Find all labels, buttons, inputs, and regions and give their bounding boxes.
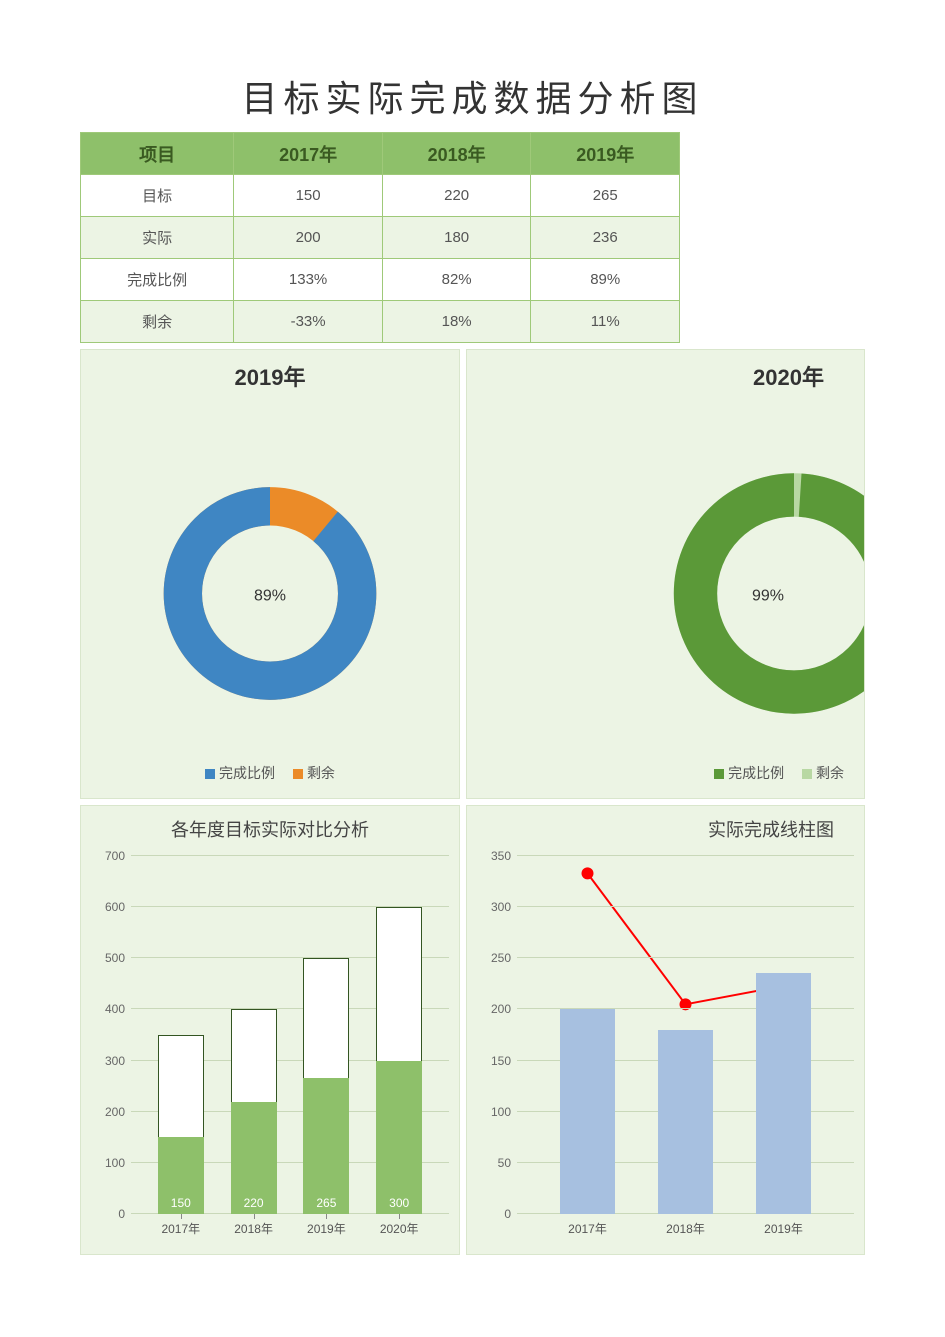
table-row: 剩余 -33% 18% 11% <box>81 301 680 343</box>
row-label: 完成比例 <box>81 259 234 301</box>
legend-swatch <box>714 769 724 779</box>
bar-fill: 265 <box>303 1078 349 1214</box>
chart-title: 实际完成线柱图 <box>467 806 864 847</box>
y-tick-label: 0 <box>118 1207 131 1221</box>
grid-line <box>131 855 449 856</box>
bar-fill: 300 <box>376 1061 422 1214</box>
x-tick-label: 2017年 <box>568 1214 607 1237</box>
grid-line <box>517 855 854 856</box>
legend-swatch <box>802 769 812 779</box>
trend-line <box>588 873 784 1004</box>
legend-label: 剩余 <box>816 765 844 781</box>
cell: 89% <box>531 259 680 301</box>
y-tick-label: 700 <box>105 849 131 863</box>
y-tick-label: 300 <box>491 900 517 914</box>
cell: -33% <box>234 301 383 343</box>
bar-chart-compare: 各年度目标实际对比分析 0100200300400500600700150201… <box>80 805 460 1255</box>
combo-chart: 实际完成线柱图 0501001502002503003502017年2018年2… <box>466 805 865 1255</box>
legend-label: 完成比例 <box>219 765 275 781</box>
cell: 180 <box>382 217 531 259</box>
y-tick-label: 150 <box>491 1054 517 1068</box>
chart-title: 2019年 <box>81 350 459 392</box>
bar-value-label: 150 <box>158 1196 204 1210</box>
data-table: 项目 2017年 2018年 2019年 目标 150 220 265 实际 2… <box>80 132 680 343</box>
cell: 236 <box>531 217 680 259</box>
donut-center-label: 99% <box>752 587 784 605</box>
chart-title: 各年度目标实际对比分析 <box>81 806 459 847</box>
table-header: 2019年 <box>531 133 680 175</box>
cell: 82% <box>382 259 531 301</box>
plot-area: 0501001502002503003502017年2018年2019年 <box>517 856 854 1214</box>
cell: 200 <box>234 217 383 259</box>
table-row: 目标 150 220 265 <box>81 175 680 217</box>
legend-label: 剩余 <box>307 765 335 781</box>
cell: 150 <box>234 175 383 217</box>
table-header: 2018年 <box>382 133 531 175</box>
bar-fill: 150 <box>158 1137 204 1214</box>
chart-legend: 完成比例 剩余 <box>467 763 864 783</box>
y-tick-label: 0 <box>504 1207 517 1221</box>
table-header: 项目 <box>81 133 234 175</box>
trend-point <box>582 867 594 879</box>
chart-title: 2020年 <box>467 350 864 392</box>
y-tick-label: 200 <box>491 1002 517 1016</box>
y-tick-label: 600 <box>105 900 131 914</box>
y-tick-label: 500 <box>105 951 131 965</box>
chart-legend: 完成比例 剩余 <box>81 763 459 783</box>
x-tick-label: 2020年 <box>380 1214 419 1237</box>
table-row: 实际 200 180 236 <box>81 217 680 259</box>
combo-bar <box>658 1030 713 1214</box>
y-tick-label: 350 <box>491 849 517 863</box>
cell: 18% <box>382 301 531 343</box>
grid-line <box>517 957 854 958</box>
row-label: 目标 <box>81 175 234 217</box>
y-tick-label: 300 <box>105 1054 131 1068</box>
bar-value-label: 265 <box>303 1196 349 1210</box>
table-row: 完成比例 133% 82% 89% <box>81 259 680 301</box>
y-tick-label: 400 <box>105 1002 131 1016</box>
row-label: 剩余 <box>81 301 234 343</box>
cell: 133% <box>234 259 383 301</box>
combo-bar <box>756 973 811 1214</box>
bar-value-label: 300 <box>376 1196 422 1210</box>
x-tick-label: 2018年 <box>666 1214 705 1237</box>
legend-swatch <box>293 769 303 779</box>
x-tick-label: 2019年 <box>764 1214 803 1237</box>
bar-value-label: 220 <box>231 1196 277 1210</box>
y-tick-label: 250 <box>491 951 517 965</box>
grid-line <box>517 906 854 907</box>
table-header: 2017年 <box>234 133 383 175</box>
combo-bar <box>560 1009 615 1214</box>
cell: 265 <box>531 175 680 217</box>
legend-label: 完成比例 <box>728 765 784 781</box>
y-tick-label: 200 <box>105 1105 131 1119</box>
plot-area: 01002003004005006007001502017年2202018年26… <box>131 856 449 1214</box>
x-tick-label: 2018年 <box>234 1214 273 1237</box>
donut-center-label: 89% <box>254 587 286 605</box>
cell: 220 <box>382 175 531 217</box>
donut-chart-2019: 2019年 89% 完成比例 剩余 <box>80 349 460 799</box>
x-tick-label: 2017年 <box>161 1214 200 1237</box>
legend-swatch <box>205 769 215 779</box>
y-tick-label: 100 <box>491 1105 517 1119</box>
cell: 11% <box>531 301 680 343</box>
y-tick-label: 100 <box>105 1156 131 1170</box>
donut-chart-2020: 2020年 99% 完成比例 剩余 <box>466 349 865 799</box>
y-tick-label: 50 <box>498 1156 517 1170</box>
row-label: 实际 <box>81 217 234 259</box>
bar-fill: 220 <box>231 1102 277 1215</box>
x-tick-label: 2019年 <box>307 1214 346 1237</box>
page-title: 目标实际完成数据分析图 <box>80 70 865 122</box>
